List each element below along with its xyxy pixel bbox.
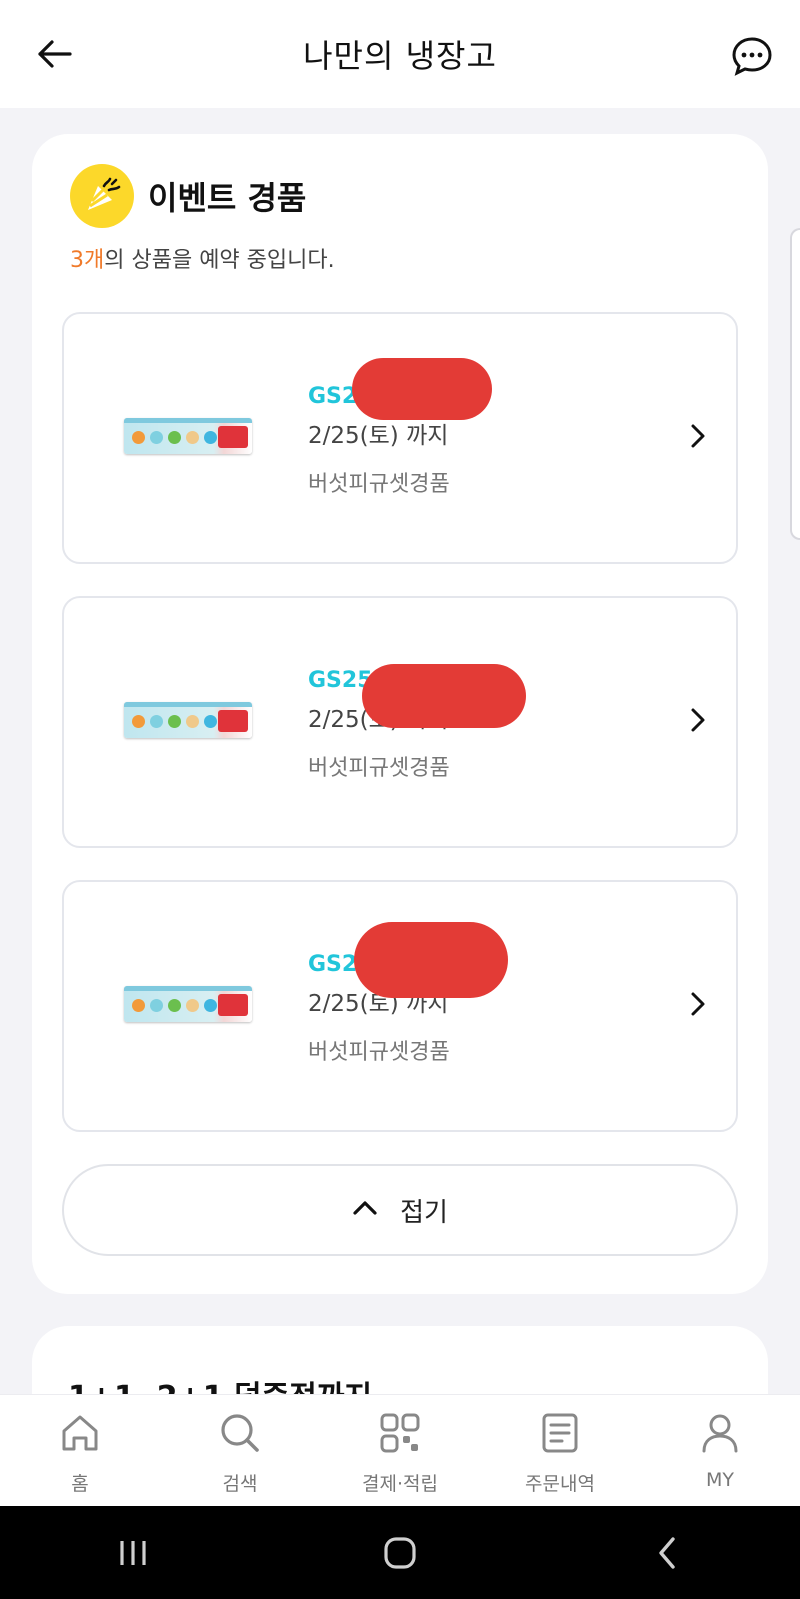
system-navigation-bar xyxy=(0,1506,800,1599)
event-card-header: 이벤트 경품 xyxy=(70,164,306,228)
back-arrow-icon[interactable] xyxy=(34,34,74,74)
bottom-navigation: 홈 검색 결제·적립 주문내역 MY xyxy=(0,1394,800,1506)
product-thumbnail xyxy=(124,986,252,1022)
app-header: 나만의 냉장고 xyxy=(0,0,800,108)
prize-item[interactable]: GS25 2/25(토) 까지 버섯피규셋경품 xyxy=(62,596,738,848)
product-thumbnail xyxy=(124,702,252,738)
nav-pay[interactable]: 결제·적립 xyxy=(330,1395,470,1496)
party-popper-icon xyxy=(70,164,134,228)
fold-label: 접기 xyxy=(400,1197,448,1228)
nav-orders-label: 주문내역 xyxy=(525,1473,595,1495)
nav-pay-label: 결제·적립 xyxy=(362,1473,438,1495)
redaction-mark xyxy=(362,664,526,728)
nav-my[interactable]: MY xyxy=(650,1395,790,1491)
side-panel-handle[interactable] xyxy=(790,228,800,540)
order-list-icon xyxy=(538,1411,582,1459)
nav-search[interactable]: 검색 xyxy=(170,1395,310,1496)
item-name: 버섯피규셋경품 xyxy=(308,472,450,497)
nav-orders[interactable]: 주문내역 xyxy=(490,1395,630,1496)
search-icon xyxy=(218,1411,262,1459)
reserve-count: 3개 xyxy=(70,248,105,273)
chevron-right-icon xyxy=(686,422,710,450)
nav-home[interactable]: 홈 xyxy=(10,1395,150,1496)
home-button-icon[interactable] xyxy=(370,1528,430,1578)
item-name: 버섯피규셋경품 xyxy=(308,756,450,781)
profile-icon xyxy=(698,1411,742,1459)
event-card-title: 이벤트 경품 xyxy=(148,179,307,217)
nav-search-label: 검색 xyxy=(222,1473,258,1495)
item-brand: GS2 xyxy=(308,384,358,409)
chevron-right-icon xyxy=(686,990,710,1018)
item-name: 버섯피규셋경품 xyxy=(308,1040,450,1065)
product-thumbnail xyxy=(124,418,252,454)
home-icon xyxy=(58,1411,102,1459)
reserve-summary: 3개의 상품을 예약 중입니다. xyxy=(70,242,335,274)
page-title: 나만의 냉장고 xyxy=(303,37,497,75)
chat-bubble-icon[interactable] xyxy=(730,34,774,78)
redaction-mark xyxy=(354,922,508,998)
prize-item[interactable]: GS2 2/25(토) 까지 버섯피규셋경품 xyxy=(62,880,738,1132)
event-prize-card: 이벤트 경품 3개의 상품을 예약 중입니다. GS2 2/25(토) 까지 버… xyxy=(32,134,768,1294)
prize-item[interactable]: GS2 2/25(토) 까지 버섯피규셋경품 xyxy=(62,312,738,564)
nav-home-label: 홈 xyxy=(71,1473,89,1495)
item-pickup-date: 2/25(토) 까지 xyxy=(308,423,449,449)
reserve-text: 의 상품을 예약 중입니다. xyxy=(104,248,335,273)
system-back-icon[interactable] xyxy=(637,1528,697,1578)
fold-button[interactable]: 접기 xyxy=(62,1164,738,1256)
redaction-mark xyxy=(352,358,492,420)
chevron-right-icon xyxy=(686,706,710,734)
item-brand: GS2 xyxy=(308,952,358,977)
recent-apps-icon[interactable] xyxy=(103,1528,163,1578)
chevron-up-icon xyxy=(352,1200,378,1220)
pay-icon xyxy=(378,1411,422,1459)
nav-my-label: MY xyxy=(706,1469,734,1491)
